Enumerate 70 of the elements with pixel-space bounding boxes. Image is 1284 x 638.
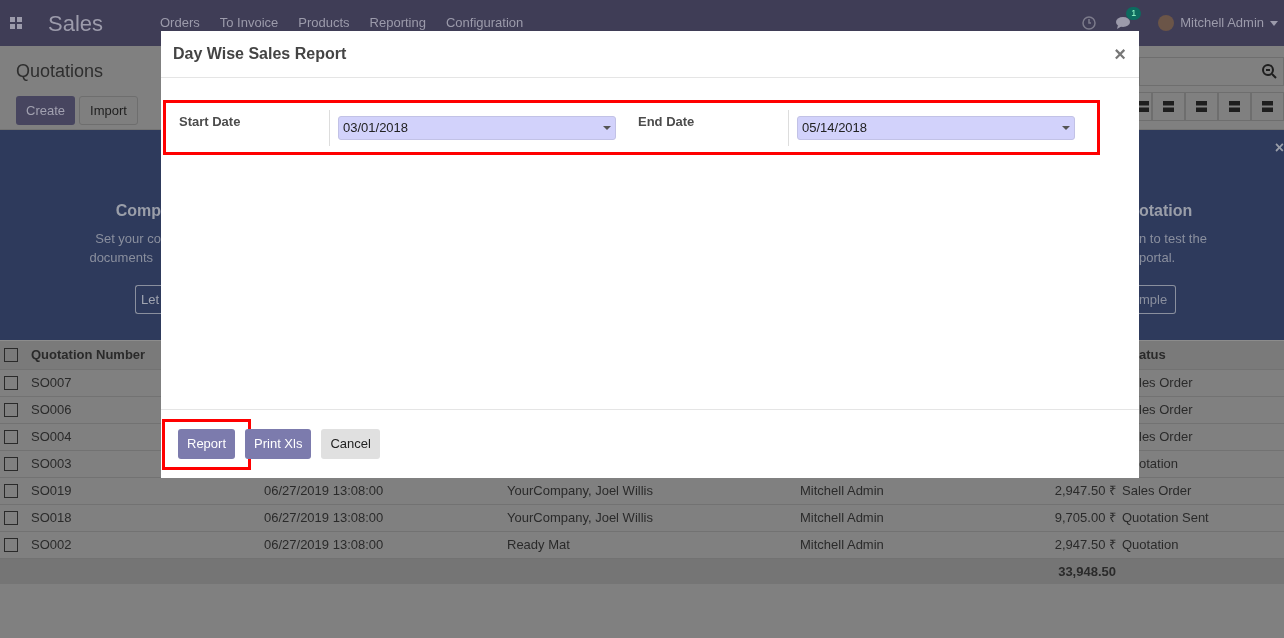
row-checkbox[interactable] — [4, 511, 18, 525]
table-cell: 06/27/2019 13:08:00 — [264, 537, 384, 553]
table-cell: Mitchell Admin — [800, 537, 884, 553]
row-checkbox[interactable] — [4, 457, 18, 471]
table-cell-text: SO003 — [31, 455, 72, 474]
dialog-button[interactable]: Cancel — [321, 429, 380, 459]
toolbar-button[interactable]: Import — [79, 96, 138, 125]
table-cell: SO019 — [31, 483, 72, 499]
app-title: Sales — [48, 9, 105, 38]
table-cell: 2,947.50 ₹ — [1054, 483, 1116, 499]
caret-icon[interactable] — [1270, 20, 1278, 26]
close-icon[interactable]: × — [1274, 136, 1284, 160]
dialog-button[interactable]: Print Xls — [245, 429, 312, 459]
table-cell: Mitchell Admin — [800, 510, 884, 526]
table-cell-text: les Order — [1139, 401, 1194, 420]
grand-total: 33,948.50 — [1058, 563, 1116, 579]
notification-badge: 1 — [1126, 7, 1142, 20]
menu-item[interactable]: Configuration — [445, 13, 524, 33]
table-cell: YourCompany, Joel Willis — [507, 510, 653, 526]
banner-text: portal. — [1139, 249, 1176, 267]
menu-item[interactable]: Orders — [160, 13, 200, 33]
column-header[interactable]: Quotation Number — [31, 345, 146, 365]
table-cell: SO002 — [31, 537, 72, 553]
table-cell: Mitchell Admin — [800, 483, 884, 499]
apps-grid-icon[interactable] — [10, 17, 22, 29]
user-name[interactable]: Mitchell Admin — [1180, 13, 1264, 33]
table-cell: YourCompany, Joel Willis — [507, 483, 653, 499]
date-field[interactable]: 03/01/2018 — [338, 115, 616, 140]
close-icon[interactable]: × — [1114, 39, 1126, 69]
table-cell-text: SO007 — [31, 374, 72, 393]
table-cell-text: SO004 — [31, 428, 72, 447]
table-cell: 06/27/2019 13:08:00 — [264, 483, 384, 499]
banner-title: Comp — [115, 201, 161, 221]
table-cell: 9,705.00 ₹ — [1054, 510, 1116, 526]
banner-title: otation — [1139, 201, 1193, 221]
banner-text: n to test the — [1139, 230, 1207, 248]
row-checkbox[interactable] — [4, 484, 18, 498]
table-cell: SO018 — [31, 510, 72, 526]
row-checkbox[interactable] — [4, 348, 18, 362]
column-header[interactable]: atus — [1139, 345, 1284, 365]
clock-icon[interactable] — [1082, 16, 1097, 30]
dialog-button[interactable]: Report — [178, 429, 236, 459]
menu-item[interactable]: Reporting — [369, 13, 426, 33]
row-checkbox[interactable] — [4, 403, 18, 417]
page-title: Quotations — [16, 60, 105, 83]
field-label: Start Date — [179, 113, 241, 129]
table-cell: 2,947.50 ₹ — [1054, 537, 1116, 553]
row-checkbox[interactable] — [4, 430, 18, 444]
field-label: End Date — [638, 113, 695, 129]
table-cell: Sales Order — [1122, 483, 1192, 499]
table-cell-text: otation — [1139, 455, 1180, 474]
table-cell-text: les Order — [1139, 428, 1194, 447]
table-cell-text: les Order — [1139, 374, 1194, 393]
toolbar-button[interactable]: Create — [16, 96, 76, 125]
table-cell: Quotation Sent — [1122, 510, 1209, 526]
table-cell: Quotation — [1122, 537, 1179, 553]
chat-icon[interactable] — [1116, 16, 1133, 30]
table-cell: Ready Mat — [507, 537, 570, 553]
row-checkbox[interactable] — [4, 538, 18, 552]
table-cell: 06/27/2019 13:08:00 — [264, 510, 384, 526]
menu-item[interactable]: Products — [298, 13, 350, 33]
search-icon[interactable] — [1262, 64, 1277, 79]
menu-item[interactable]: To Invoice — [219, 13, 279, 33]
banner-text: documents — [89, 249, 153, 267]
search-field[interactable] — [1139, 57, 1284, 86]
banner-text: Set your co — [95, 230, 161, 248]
table-cell-text: SO006 — [31, 401, 72, 420]
row-checkbox[interactable] — [4, 376, 18, 390]
dialog-title: Day Wise Sales Report — [173, 44, 347, 64]
date-field[interactable]: 05/14/2018 — [797, 115, 1075, 140]
